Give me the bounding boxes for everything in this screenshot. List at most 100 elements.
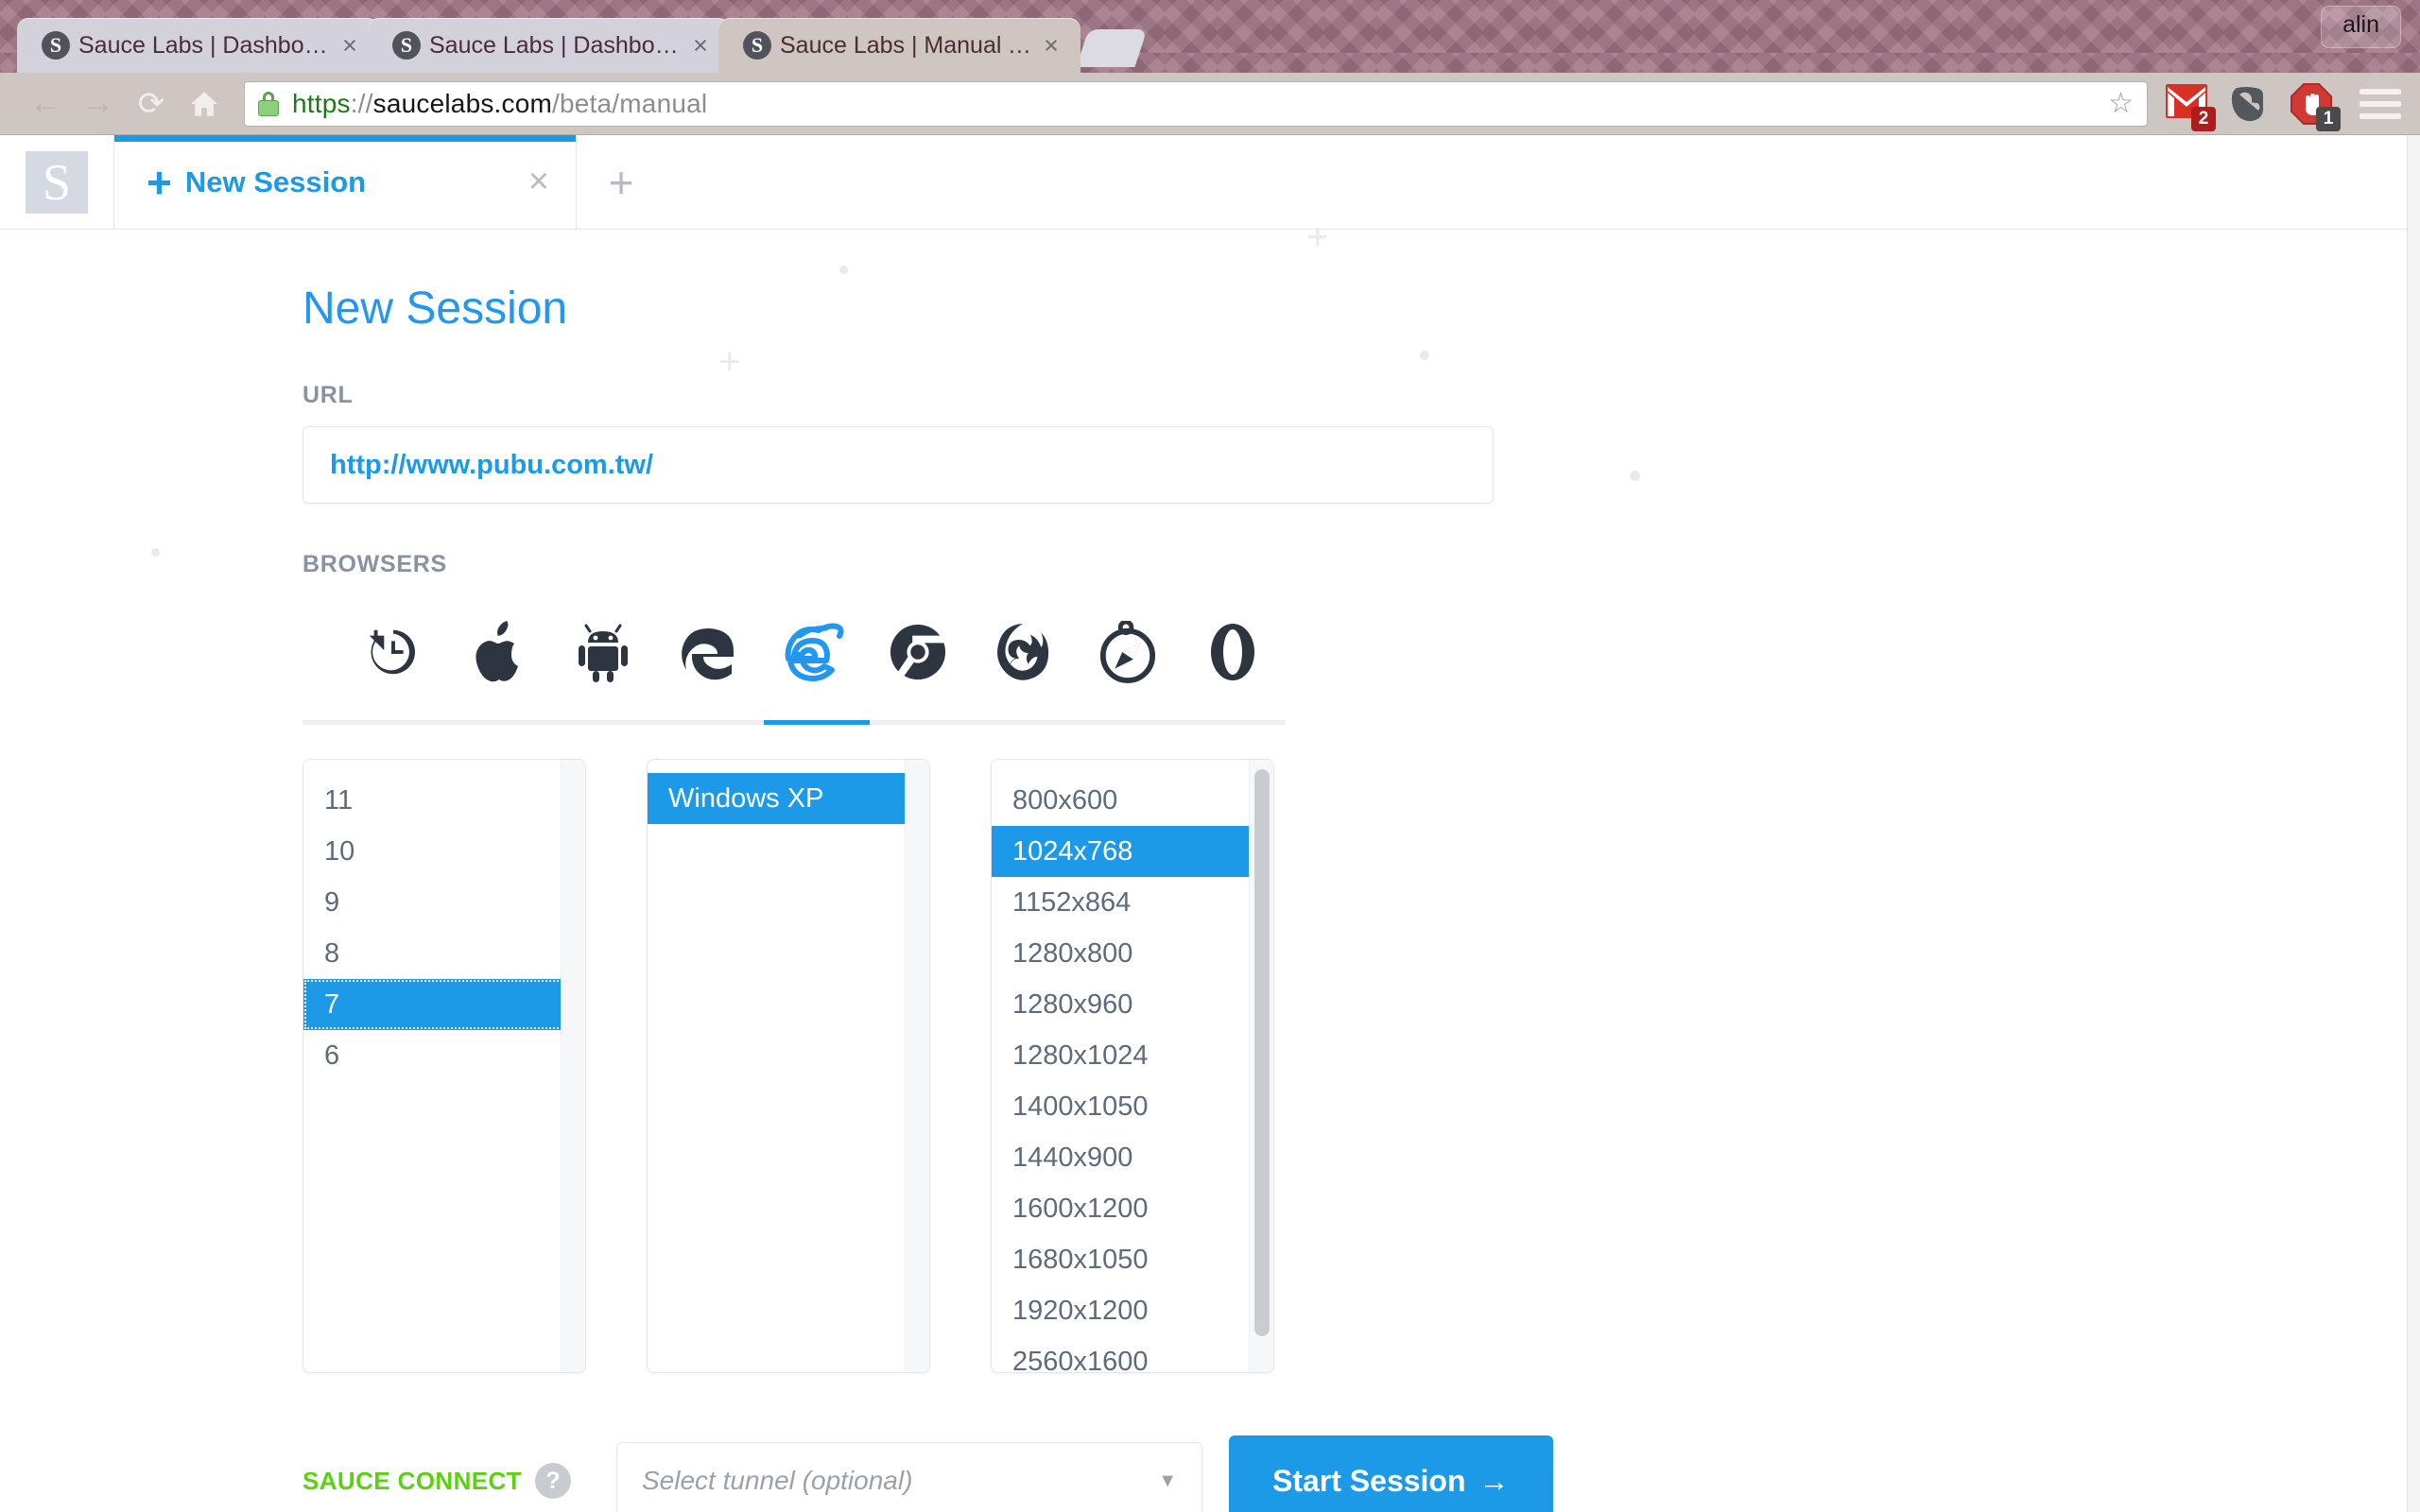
resolution-list[interactable]: 800x600 1024x768 1152x864 1280x800 1280x… xyxy=(991,759,1274,1373)
safari-icon[interactable] xyxy=(1076,609,1181,696)
os-options: Windows XP xyxy=(648,760,929,839)
browser-tab-3[interactable]: Sauce Labs | Manual Test × xyxy=(718,18,1080,73)
chevron-down-icon: ▼ xyxy=(1158,1469,1177,1491)
chrome-icon[interactable] xyxy=(866,609,971,696)
resolution-option[interactable]: 800x600 xyxy=(992,775,1273,826)
resolution-option[interactable]: 2560x1600 xyxy=(992,1336,1273,1373)
tab-new-session-label: New Session xyxy=(184,164,367,198)
add-session-tab-button[interactable]: + xyxy=(577,135,666,229)
bookmark-star-icon[interactable]: ☆ xyxy=(2108,87,2134,120)
os-option-selected[interactable]: Windows XP xyxy=(648,773,929,824)
scrollbar-thumb[interactable] xyxy=(1254,769,1270,1336)
close-icon[interactable]: × xyxy=(1037,32,1065,59)
operating-system-list[interactable]: Windows XP xyxy=(647,759,930,1373)
sparkle-dot-icon xyxy=(839,266,848,274)
browser-version-list[interactable]: 11 10 9 8 7 6 xyxy=(302,759,586,1373)
opera-icon[interactable] xyxy=(1181,609,1286,696)
url-input[interactable]: http://www.pubu.com.tw/ xyxy=(302,426,1494,504)
browser-tab-1[interactable]: Sauce Labs | Dashboard × xyxy=(17,18,379,73)
page-title: New Session xyxy=(302,284,568,334)
firefox-icon[interactable] xyxy=(971,609,1076,696)
version-option[interactable]: 10 xyxy=(303,826,585,877)
resolution-option[interactable]: 1920x1200 xyxy=(992,1285,1273,1336)
secure-lock-icon xyxy=(258,91,279,116)
browser-selector-strip xyxy=(302,595,1286,725)
url-scheme: https xyxy=(292,88,351,118)
resolution-option[interactable]: 1680x1050 xyxy=(992,1234,1273,1285)
browser-tab-title: Sauce Labs | Dashboard xyxy=(429,31,686,59)
page-scrollbar[interactable] xyxy=(2407,135,2420,1512)
new-session-form: New Session URL http://www.pubu.com.tw/ … xyxy=(0,283,2420,1512)
resolution-option[interactable]: 1152x864 xyxy=(992,877,1273,928)
browser-icon-row xyxy=(302,595,1286,720)
apple-icon[interactable] xyxy=(445,609,550,696)
evernote-extension-icon[interactable] xyxy=(2227,82,2271,126)
start-session-button[interactable]: Start Session → xyxy=(1229,1435,1553,1512)
home-icon[interactable] xyxy=(178,77,231,130)
resolution-list-scrollbar[interactable] xyxy=(1249,760,1273,1372)
close-icon[interactable]: × xyxy=(336,32,364,59)
hamburger-menu-icon[interactable] xyxy=(2360,88,2401,119)
gmail-extension-icon[interactable]: 2 xyxy=(2165,82,2216,131)
version-option-selected[interactable]: 7 xyxy=(303,979,585,1030)
resolution-option[interactable]: 1280x800 xyxy=(992,928,1273,979)
sauce-labs-logo xyxy=(0,135,113,229)
close-icon[interactable]: × xyxy=(528,162,549,202)
sauce-labs-favicon-icon xyxy=(392,31,421,60)
browser-window: Sauce Labs | Dashboard × Sauce Labs | Da… xyxy=(0,0,2420,1512)
sauce-labs-app: + New Session × + + + New Session URL ht… xyxy=(0,135,2420,1512)
chrome-profile-button[interactable]: alin xyxy=(2321,6,2401,48)
resolution-options: 800x600 1024x768 1152x864 1280x800 1280x… xyxy=(992,760,1273,1373)
arrow-right-icon: → xyxy=(1478,1463,1510,1498)
gmail-unread-badge: 2 xyxy=(2191,106,2216,131)
forward-arrow-icon[interactable]: → xyxy=(72,77,125,130)
resolution-option-selected[interactable]: 1024x768 xyxy=(992,826,1273,877)
version-option[interactable]: 9 xyxy=(303,877,585,928)
os-list-scrollbar[interactable] xyxy=(905,760,929,1372)
resolution-option[interactable]: 1440x900 xyxy=(992,1132,1273,1183)
version-options: 11 10 9 8 7 6 xyxy=(303,760,585,1096)
edge-icon[interactable] xyxy=(655,609,760,696)
adblock-extension-icon[interactable]: 1 xyxy=(2290,82,2341,131)
version-option[interactable]: 11 xyxy=(303,775,585,826)
new-session-canvas: + + New Session URL http://www.pubu.com.… xyxy=(0,218,2420,1512)
tunnel-select[interactable]: Select tunnel (optional) ▼ xyxy=(616,1442,1202,1512)
version-option[interactable]: 8 xyxy=(303,928,585,979)
url-path: /beta/manual xyxy=(552,88,708,118)
browsers-section-label: BROWSERS xyxy=(302,551,447,577)
back-arrow-icon[interactable]: ← xyxy=(19,77,72,130)
browser-tab-title: Sauce Labs | Dashboard xyxy=(78,31,336,59)
plus-icon: + xyxy=(147,157,172,207)
browser-selection-underline xyxy=(302,720,1286,725)
app-session-tabbar: + New Session × + xyxy=(0,135,2420,230)
new-browser-tab-button[interactable] xyxy=(1076,29,1148,67)
url-separator: :// xyxy=(350,88,373,118)
address-bar-url: https://saucelabs.com/beta/manual xyxy=(292,89,707,119)
configuration-selectors: 11 10 9 8 7 6 Windows XP 800x600 1024x76… xyxy=(302,759,2420,1373)
browser-tab-2[interactable]: Sauce Labs | Dashboard × xyxy=(368,18,730,73)
reload-icon[interactable]: ⟳ xyxy=(125,77,178,130)
resolution-option[interactable]: 1400x1050 xyxy=(992,1081,1273,1132)
version-list-scrollbar[interactable] xyxy=(561,760,585,1372)
adblock-count-badge: 1 xyxy=(2316,106,2341,131)
tab-new-session[interactable]: + New Session × xyxy=(113,135,577,229)
url-host: saucelabs.com xyxy=(372,88,553,118)
address-bar[interactable]: https://saucelabs.com/beta/manual ☆ xyxy=(244,80,2148,127)
url-field-label: URL xyxy=(302,382,354,408)
recent-history-icon[interactable] xyxy=(340,609,445,696)
resolution-option[interactable]: 1600x1200 xyxy=(992,1183,1273,1234)
version-option[interactable]: 6 xyxy=(303,1030,585,1081)
session-action-bar: SAUCE CONNECT ? Select tunnel (optional)… xyxy=(302,1435,2420,1512)
start-session-label: Start Session xyxy=(1272,1463,1466,1498)
resolution-option[interactable]: 1280x960 xyxy=(992,979,1273,1030)
close-icon[interactable]: × xyxy=(686,32,715,59)
url-input-value: http://www.pubu.com.tw/ xyxy=(330,449,654,480)
browser-toolbar: ← → ⟳ https://saucelabs.com/beta/manual … xyxy=(0,73,2420,135)
browser-tabstrip: Sauce Labs | Dashboard × Sauce Labs | Da… xyxy=(0,0,2420,73)
sauce-labs-logo-mark xyxy=(26,150,88,214)
android-icon[interactable] xyxy=(550,609,655,696)
resolution-option[interactable]: 1280x1024 xyxy=(992,1030,1273,1081)
extensions-toolbar: 2 1 xyxy=(2165,82,2401,131)
help-icon[interactable]: ? xyxy=(535,1463,571,1499)
internet-explorer-icon[interactable] xyxy=(760,609,865,696)
